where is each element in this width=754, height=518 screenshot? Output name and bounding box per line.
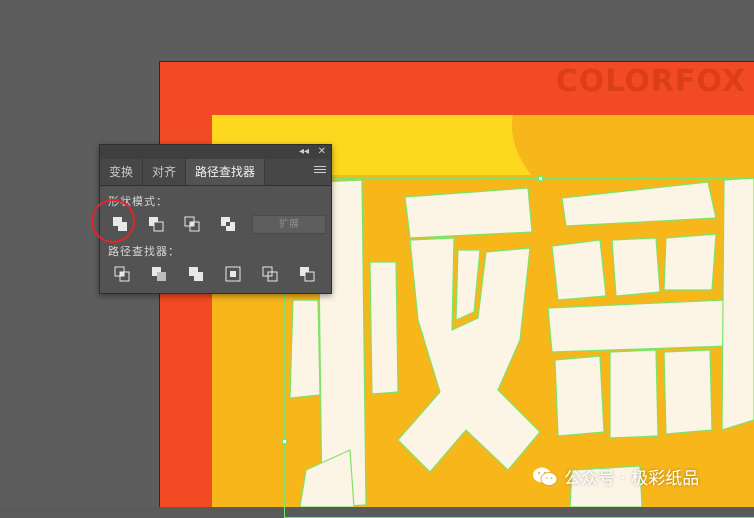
wechat-icon	[533, 467, 558, 486]
intersect-icon	[184, 216, 200, 232]
brand-label: 公众号 · 极彩纸品	[564, 469, 700, 489]
panel-tabs: 变换 对齐 路径查找器	[100, 159, 331, 186]
outline-icon	[262, 266, 278, 282]
footer-brand: 公众号 · 极彩纸品	[532, 464, 699, 489]
trim-icon	[152, 267, 166, 281]
minus-back-icon	[300, 267, 315, 282]
selection-handle-top[interactable]	[538, 176, 543, 181]
crop-button[interactable]	[223, 265, 243, 283]
outline-button[interactable]	[260, 265, 280, 283]
minus-front-button[interactable]	[146, 215, 166, 233]
trim-button[interactable]	[149, 265, 169, 283]
exclude-button[interactable]	[218, 215, 238, 233]
highlight-circle	[91, 199, 135, 243]
divide-button[interactable]	[112, 265, 132, 283]
intersect-button[interactable]	[182, 215, 202, 233]
divide-icon	[114, 266, 130, 282]
panel-menu-icon[interactable]	[314, 164, 326, 176]
close-icon[interactable]: ✕	[318, 145, 326, 159]
minus-back-button[interactable]	[297, 265, 317, 283]
minus-front-icon	[149, 217, 164, 232]
panel-titlebar[interactable]: ◂◂ ✕	[100, 145, 331, 159]
expand-button[interactable]: 扩展	[252, 215, 326, 234]
selection-handle-left[interactable]	[282, 439, 287, 444]
artboard-watermark: COLORFOX	[555, 64, 746, 99]
pathfinders-label: 路径查找器：	[108, 245, 180, 258]
collapse-icon[interactable]: ◂◂	[299, 145, 309, 159]
tab-transform[interactable]: 变换	[100, 159, 144, 185]
merge-button[interactable]	[186, 265, 206, 283]
tab-align[interactable]: 对齐	[143, 159, 187, 185]
merge-icon	[189, 267, 203, 281]
exclude-icon	[221, 217, 235, 231]
crop-icon	[225, 266, 241, 282]
tab-pathfinder[interactable]: 路径查找器	[186, 159, 266, 185]
